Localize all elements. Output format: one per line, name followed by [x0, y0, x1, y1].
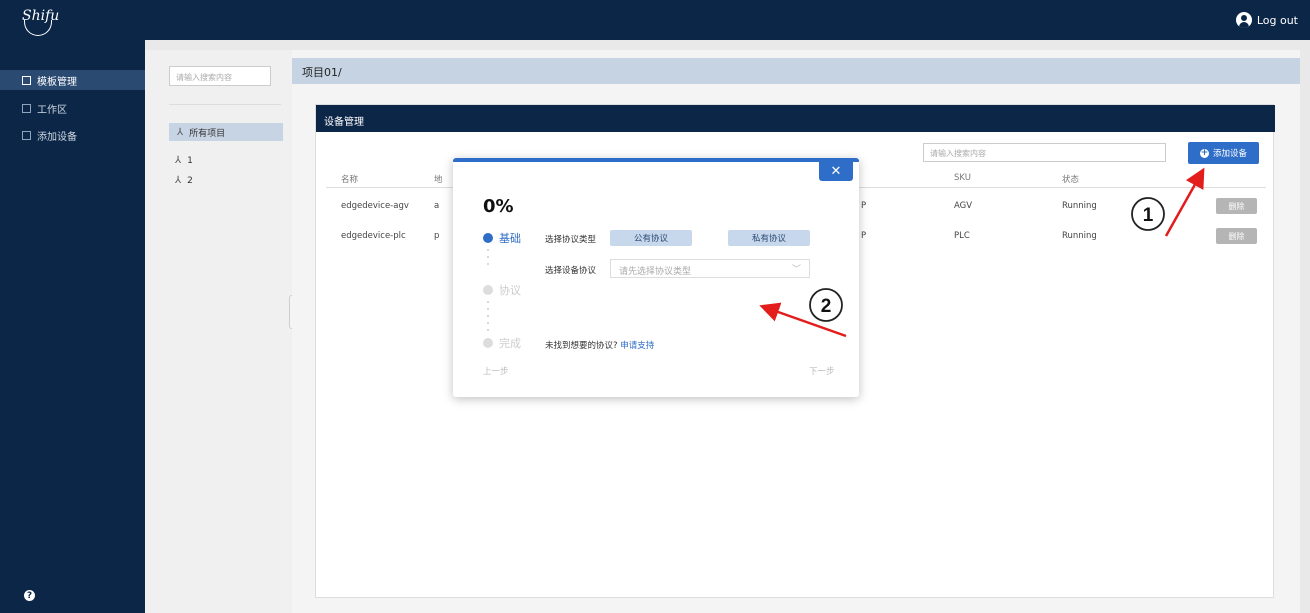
cell-name: edgedevice-plc [341, 231, 406, 241]
column-header-status: 状态 [1062, 175, 1080, 185]
cell-sku: AGV [954, 201, 973, 211]
tree-branch-icon: ⅄ [175, 155, 182, 166]
sidebar: 模板管理 工作区 添加设备 ? [0, 40, 145, 613]
progress-percent: 0% [483, 196, 514, 217]
step-basic: 基础 [483, 230, 521, 246]
tree-branch-icon: ⅄ [177, 126, 184, 138]
device-protocol-select[interactable]: 请先选择协议类型 ﹀ [610, 259, 810, 278]
workspace-icon [22, 103, 31, 113]
add-device-dialog: ✕ 0% 基础 协议 完成 选择协议类型 公有协议 私有协议 选择设备协议 请先… [453, 158, 859, 397]
breadcrumb: 项目01/ [292, 58, 1300, 84]
tree-item-all-projects[interactable]: ⅄ 所有项目 [169, 123, 283, 141]
select-placeholder: 请先选择协议类型 [619, 267, 692, 277]
protocol-help-text: 未找到想要的协议? 申请支持 [545, 339, 654, 351]
chevron-down-icon: ﹀ [791, 265, 801, 275]
help-icon[interactable]: ? [24, 590, 35, 601]
dialog-top-bar [453, 158, 859, 162]
cell-status: Running [1062, 201, 1097, 211]
tree-node-label: 2 [187, 175, 193, 186]
cell-sku: PLC [954, 231, 970, 241]
step-label: 协议 [499, 284, 521, 297]
tree-node-label: 1 [187, 155, 193, 166]
add-device-icon [22, 130, 31, 140]
step-connector [487, 301, 489, 336]
sidebar-item-label: 模板管理 [37, 76, 77, 88]
column-header-sku: SKU [954, 173, 971, 183]
top-bar: Shifu Log out [0, 0, 1310, 40]
cell-address: a [434, 201, 440, 211]
logout-button[interactable]: Log out [1235, 12, 1298, 28]
tree-node[interactable]: ⅄ 1 [175, 155, 193, 166]
close-icon[interactable]: ✕ [819, 161, 853, 181]
divider [169, 104, 281, 105]
template-icon [22, 75, 31, 85]
sidebar-item-label: 添加设备 [37, 131, 77, 143]
column-header-address: 地 [434, 175, 443, 185]
delete-button[interactable]: 删除 [1216, 198, 1257, 214]
sidebar-item-add-device[interactable]: 添加设备 [0, 125, 145, 145]
protocol-type-label: 选择协议类型 [545, 235, 597, 245]
tree-search-input[interactable]: 请输入搜索内容 [169, 66, 271, 86]
step-label: 完成 [499, 337, 521, 350]
tree-item-label: 所有项目 [189, 128, 226, 139]
cell-status: Running [1062, 231, 1097, 241]
project-tree-panel: 请输入搜索内容 ⅄ 所有项目 ⅄ 1 ⅄ 2 [145, 50, 292, 613]
step-connector [487, 249, 489, 270]
cell-name: edgedevice-agv [341, 201, 409, 211]
sidebar-item-label: 工作区 [37, 104, 67, 116]
step-label: 基础 [499, 232, 521, 245]
cell-protocol: P [861, 231, 867, 241]
step-dot-icon [483, 233, 493, 243]
tree-node[interactable]: ⅄ 2 [175, 175, 193, 186]
step-dot-icon [483, 338, 493, 348]
delete-button[interactable]: 删除 [1216, 228, 1257, 244]
next-step-button[interactable]: 下一步 [809, 365, 835, 377]
public-protocol-button[interactable]: 公有协议 [610, 230, 692, 246]
step-dot-icon [483, 285, 493, 295]
plus-icon: + [1199, 147, 1209, 158]
private-protocol-button[interactable]: 私有协议 [728, 230, 810, 246]
user-icon [1235, 12, 1252, 28]
tree-branch-icon: ⅄ [175, 175, 182, 186]
logo-arc-icon [24, 20, 52, 36]
cell-address: p [434, 231, 440, 241]
add-device-label: 添加设备 [1212, 149, 1247, 159]
add-device-button[interactable]: + 添加设备 [1188, 142, 1259, 164]
step-protocol: 协议 [483, 282, 521, 298]
card-title: 设备管理 [316, 105, 1275, 132]
request-support-link[interactable]: 申请支持 [620, 341, 654, 351]
device-protocol-label: 选择设备协议 [545, 266, 597, 276]
column-header-name: 名称 [341, 175, 359, 185]
device-search-input[interactable]: 请输入搜索内容 [923, 143, 1166, 162]
cell-protocol: P [861, 201, 867, 211]
logout-label: Log out [1256, 13, 1298, 27]
step-complete: 完成 [483, 335, 521, 351]
help-text: 未找到想要的协议? [545, 341, 618, 351]
prev-step-button[interactable]: 上一步 [483, 365, 509, 377]
sidebar-item-workspace[interactable]: 工作区 [0, 98, 145, 118]
sidebar-item-templates[interactable]: 模板管理 [0, 70, 145, 90]
